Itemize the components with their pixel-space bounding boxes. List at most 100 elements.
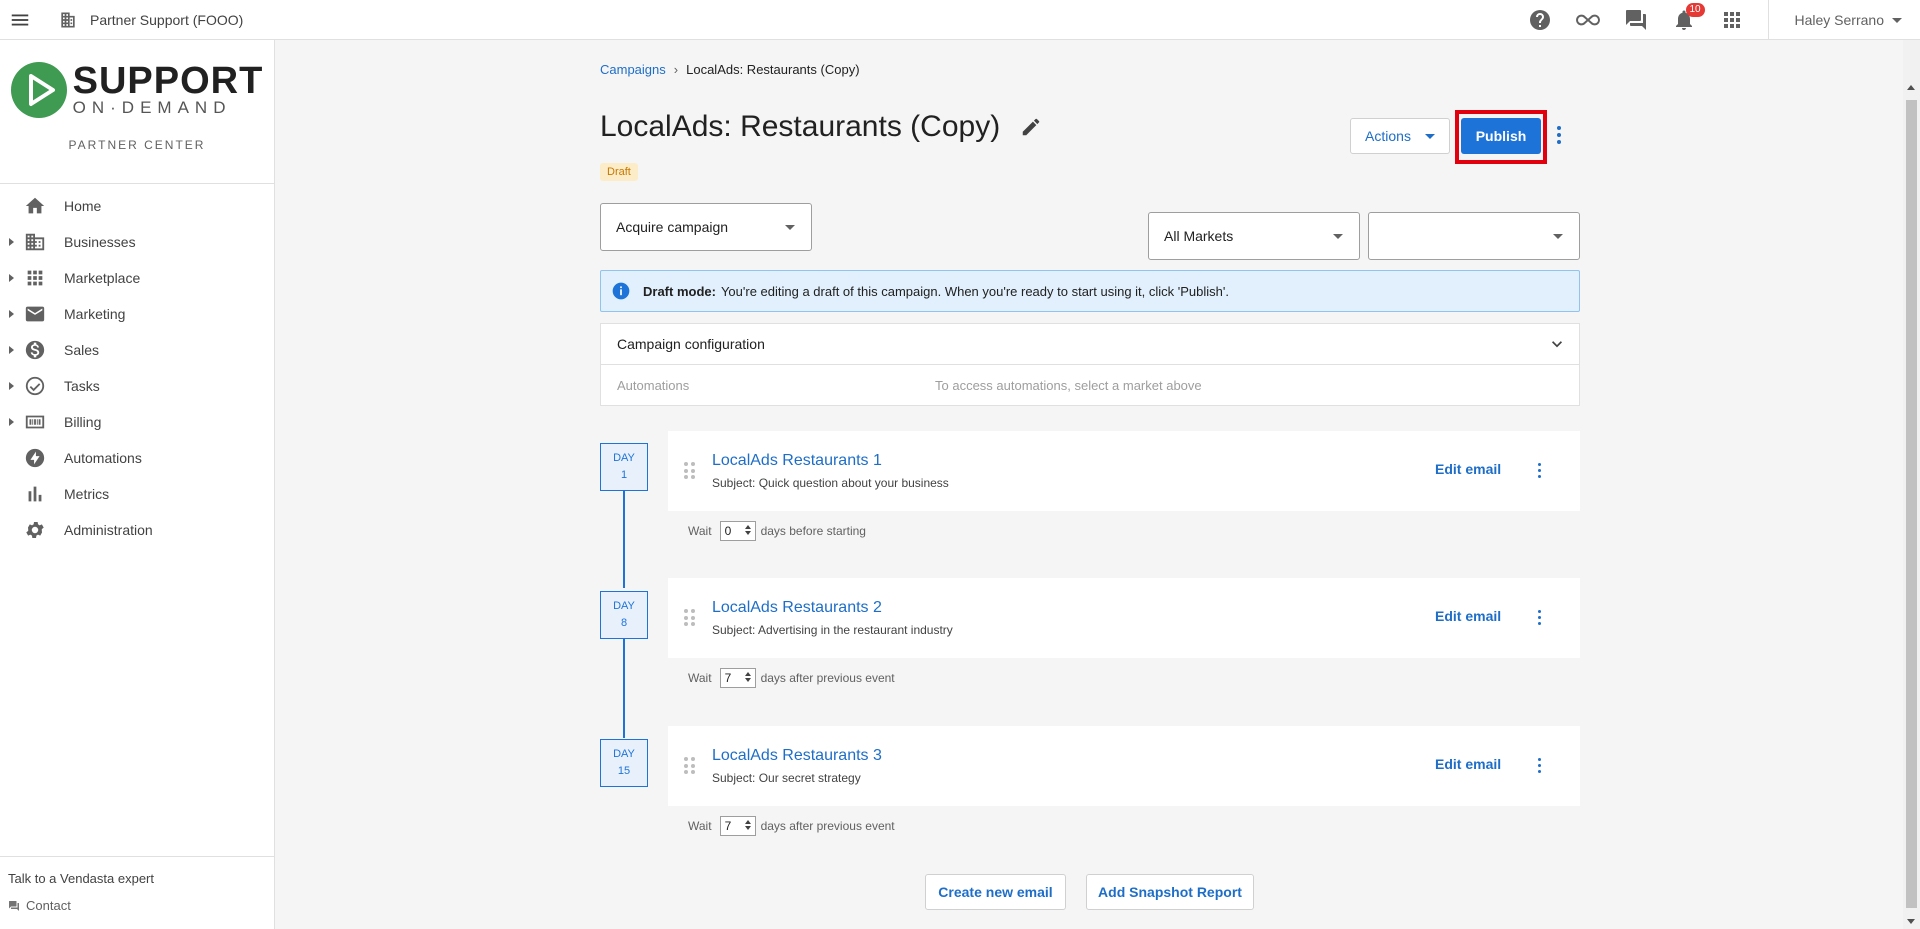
scroll-down-arrow-icon[interactable] xyxy=(1907,919,1915,924)
sidebar-item-label: Automations xyxy=(64,450,142,466)
wait-days-stepper[interactable]: 0 xyxy=(719,521,756,541)
wait-label: Wait xyxy=(688,524,712,538)
timeline-connector xyxy=(623,491,625,588)
day-number: 8 xyxy=(620,617,628,629)
user-name: Haley Serrano xyxy=(1794,12,1885,28)
sidebar-footer: Talk to a Vendasta expert Contact xyxy=(0,856,274,929)
drag-handle-icon[interactable] xyxy=(684,757,696,775)
email-title[interactable]: LocalAds Restaurants 1 xyxy=(712,452,882,470)
email-title[interactable]: LocalAds Restaurants 2 xyxy=(712,599,882,617)
email-subject: Subject: Advertising in the restaurant i… xyxy=(712,623,953,637)
chevron-down-icon xyxy=(1892,17,1902,23)
chevron-down-icon xyxy=(1424,133,1435,139)
page-scrollbar[interactable] xyxy=(1903,40,1920,929)
mail-icon xyxy=(24,303,46,325)
breadcrumb-separator: › xyxy=(673,62,679,77)
chevron-down-icon xyxy=(785,225,795,230)
wait-days-stepper[interactable]: 7 xyxy=(719,668,756,688)
sidebar: SUPPORT ON·DEMAND PARTNER CENTER Home Bu… xyxy=(0,40,275,929)
actions-button[interactable]: Actions xyxy=(1350,118,1450,154)
edit-email-button[interactable]: Edit email xyxy=(1435,608,1501,624)
menu-icon[interactable] xyxy=(0,0,40,40)
notification-badge: 10 xyxy=(1685,3,1705,17)
home-icon xyxy=(24,195,46,217)
expand-arrow-icon xyxy=(9,382,14,390)
email-card: LocalAds Restaurants 1 Subject: Quick qu… xyxy=(668,431,1580,511)
brand-logo[interactable]: SUPPORT ON·DEMAND PARTNER CENTER xyxy=(0,40,274,184)
help-icon[interactable] xyxy=(1516,0,1564,40)
org-switcher[interactable]: Partner Support (FOOO) xyxy=(58,10,243,30)
sidebar-item-marketing[interactable]: Marketing xyxy=(0,296,274,332)
drag-handle-icon[interactable] xyxy=(684,462,696,480)
expand-arrow-icon xyxy=(9,238,14,246)
topbar-divider xyxy=(1767,0,1769,40)
breadcrumb-campaigns-link[interactable]: Campaigns xyxy=(600,62,666,77)
more-vert-icon[interactable] xyxy=(1534,753,1544,777)
talk-to-expert: Talk to a Vendasta expert xyxy=(8,871,154,886)
edit-email-button[interactable]: Edit email xyxy=(1435,756,1501,772)
billing-icon xyxy=(24,411,46,433)
grid-icon xyxy=(24,267,46,289)
banner-text: You're editing a draft of this campaign.… xyxy=(720,283,1229,299)
sidebar-item-tasks[interactable]: Tasks xyxy=(0,368,274,404)
email-card: LocalAds Restaurants 3 Subject: Our secr… xyxy=(668,726,1580,806)
market-select[interactable]: All Markets xyxy=(1148,212,1360,260)
day-marker: DAY 8 xyxy=(600,591,648,639)
sidebar-item-marketplace[interactable]: Marketplace xyxy=(0,260,274,296)
timeline-connector xyxy=(623,639,625,738)
chevron-down-icon xyxy=(1333,234,1343,239)
day-label: DAY xyxy=(613,452,635,464)
chat-icon[interactable] xyxy=(1612,0,1660,40)
more-vert-icon[interactable] xyxy=(1534,605,1544,629)
drag-handle-icon[interactable] xyxy=(684,609,696,627)
add-snapshot-report-button[interactable]: Add Snapshot Report xyxy=(1086,874,1254,910)
sidebar-item-automations[interactable]: Automations xyxy=(0,440,274,476)
day-label: DAY xyxy=(613,748,635,760)
user-menu[interactable]: Haley Serrano xyxy=(1777,12,1920,28)
email-subject: Subject: Our secret strategy xyxy=(712,771,861,785)
expand-arrow-icon xyxy=(9,346,14,354)
infinity-icon[interactable] xyxy=(1564,0,1612,40)
contact-link[interactable]: Contact xyxy=(8,898,266,913)
scroll-up-arrow-icon[interactable] xyxy=(1907,85,1915,90)
more-vert-icon[interactable] xyxy=(1552,120,1566,150)
sidebar-item-businesses[interactable]: Businesses xyxy=(0,224,274,260)
day-number: 1 xyxy=(620,469,628,481)
logo-play-icon xyxy=(10,62,67,118)
more-vert-icon[interactable] xyxy=(1534,458,1544,482)
sidebar-item-administration[interactable]: Administration xyxy=(0,512,274,548)
sidebar-item-label: Administration xyxy=(64,522,153,538)
page-title: LocalAds: Restaurants (Copy) xyxy=(600,110,1001,143)
scrollbar-thumb[interactable] xyxy=(1906,100,1917,908)
sidebar-nav: Home Businesses Marketplace Marketing Sa… xyxy=(0,184,274,548)
status-badge: Draft xyxy=(600,163,638,181)
info-icon xyxy=(612,282,630,300)
contact-label: Contact xyxy=(26,898,71,913)
create-new-email-button[interactable]: Create new email xyxy=(925,874,1066,910)
pencil-icon[interactable] xyxy=(1020,116,1042,138)
expand-arrow-icon xyxy=(9,418,14,426)
chevron-down-icon xyxy=(1552,341,1562,348)
wait-row: Wait 0 days before starting xyxy=(688,521,866,541)
email-title[interactable]: LocalAds Restaurants 3 xyxy=(712,747,882,765)
sidebar-item-home[interactable]: Home xyxy=(0,188,274,224)
wait-days-value: 0 xyxy=(724,524,732,538)
bell-icon[interactable]: 10 xyxy=(1660,0,1708,40)
sidebar-item-metrics[interactable]: Metrics xyxy=(0,476,274,512)
day-marker: DAY 15 xyxy=(600,739,648,787)
campaign-type-select[interactable]: Acquire campaign xyxy=(600,203,812,251)
edit-email-button[interactable]: Edit email xyxy=(1435,461,1501,477)
apps-icon[interactable] xyxy=(1708,0,1756,40)
sidebar-item-sales[interactable]: Sales xyxy=(0,332,274,368)
dollar-icon xyxy=(24,339,46,361)
publish-button[interactable]: Publish xyxy=(1461,118,1541,154)
campaign-configuration-panel: Campaign configuration Automations To ac… xyxy=(600,323,1580,406)
building-icon xyxy=(61,12,75,27)
automations-message: To access automations, select a market a… xyxy=(935,377,1202,393)
campaign-configuration-header[interactable]: Campaign configuration xyxy=(601,324,1579,365)
secondary-select[interactable] xyxy=(1368,212,1580,260)
logo-subtitle: PARTNER CENTER xyxy=(68,138,206,152)
expand-arrow-icon xyxy=(9,274,14,282)
wait-days-stepper[interactable]: 7 xyxy=(719,816,756,836)
sidebar-item-billing[interactable]: Billing xyxy=(0,404,274,440)
